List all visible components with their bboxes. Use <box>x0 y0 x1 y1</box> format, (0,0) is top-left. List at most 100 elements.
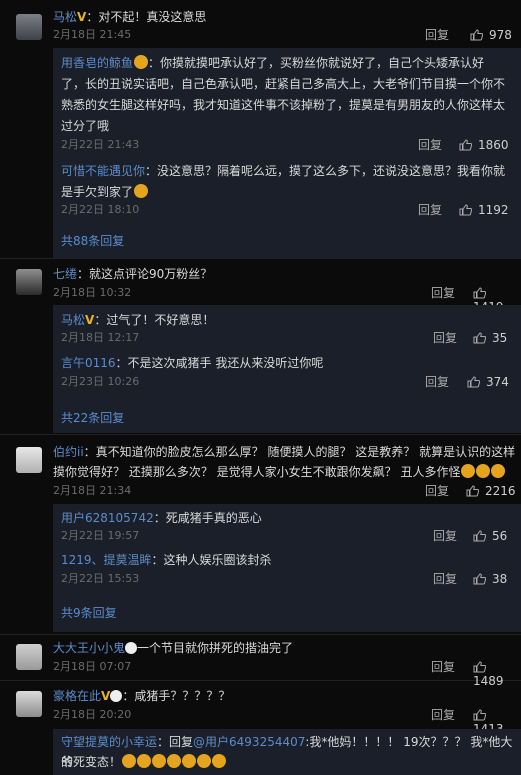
username[interactable]: 1219、提莫温眸 <box>61 553 152 567</box>
like-count: 35 <box>492 331 508 345</box>
thumbs-up-icon <box>473 709 486 721</box>
reply-button[interactable]: 回复 <box>433 529 457 543</box>
reply-text: 过分了哦 <box>61 119 110 133</box>
reply-button[interactable]: 回复 <box>418 138 442 152</box>
reply-button[interactable]: 回复 <box>433 572 457 586</box>
more-replies-link[interactable]: 共88条回复 <box>61 232 124 249</box>
username[interactable]: 豪格在此 <box>53 689 101 703</box>
username[interactable]: 马松 <box>61 313 85 327</box>
reply-button[interactable]: 回复 <box>425 28 449 42</box>
emoji-icon <box>182 754 197 768</box>
timestamp: 2月23日 10:26 <box>61 375 140 388</box>
emoji-icon <box>152 754 167 768</box>
comment: 七绻：就这点评论90万粉丝？ 2月18日 10:32 回复 1419 马松V：过… <box>0 259 521 435</box>
username[interactable]: 可惜不能遇见你 <box>61 164 145 178</box>
reply-button[interactable]: 回复 <box>431 660 455 674</box>
reply-button[interactable]: 回复 <box>425 484 449 498</box>
timestamp: 2月18日 12:17 <box>61 331 140 344</box>
thumbs-up-icon <box>467 376 480 388</box>
like-count: 2216 <box>485 484 516 498</box>
emoji-icon <box>134 184 149 198</box>
replies-box: 用户628105742：死咸猪手真的恶心 2月22日 19:57 回复 56 1… <box>53 504 521 632</box>
emoji-icon <box>122 754 137 768</box>
username[interactable]: 守望提莫的小幸运 <box>61 735 157 749</box>
username[interactable]: 用香皂的鲸鱼 <box>61 56 133 70</box>
reply-text: 1219、提莫温眸：这种人娱乐圈该封杀 <box>61 553 272 567</box>
reply-button[interactable]: 回复 <box>433 331 457 345</box>
more-replies-link[interactable]: 共22条回复 <box>61 409 124 426</box>
username[interactable]: 大大王小小鬼 <box>53 641 125 655</box>
ghost-emoji-icon <box>110 690 123 702</box>
emoji-icon <box>167 754 182 768</box>
comment: 马松V：对不起！真没这意思 2月18日 21:45 回复 978 用香皂的鲸鱼：… <box>0 0 521 259</box>
reply-text: 了，长的丑说实话吧，自己色承认吧，赶紧自己多高大上，大老爷们节目摸一个你不 <box>61 77 506 91</box>
reply-button[interactable]: 回复 <box>431 286 455 300</box>
thumbs-up-icon <box>473 332 486 344</box>
emoji-icon <box>461 464 476 478</box>
username[interactable]: 言午0116 <box>61 356 116 370</box>
like-button[interactable]: 1860 <box>459 138 509 152</box>
timestamp: 2月18日 21:45 <box>53 28 132 41</box>
emoji-icon <box>197 754 212 768</box>
avatar[interactable] <box>16 644 42 670</box>
reply-button[interactable]: 回复 <box>425 375 449 389</box>
like-button[interactable]: 2216 <box>466 484 516 498</box>
comment-text: 七绻：就这点评论90万粉丝？ <box>53 267 213 281</box>
mention-link[interactable]: @用户6493254407 <box>193 735 305 749</box>
reply-text: 用户628105742：死咸猪手真的恶心 <box>61 511 262 525</box>
v-verified-icon: V <box>101 689 111 703</box>
avatar[interactable] <box>16 14 42 40</box>
timestamp: 2月18日 10:32 <box>53 286 132 299</box>
comment: 豪格在此V：咸猪手？？？？？ 2月18日 20:20 回复 1413 守望提莫的… <box>0 681 521 775</box>
more-replies-link[interactable]: 共9条回复 <box>61 604 117 621</box>
reply-button[interactable]: 回复 <box>418 203 442 217</box>
timestamp: 2月18日 07:07 <box>53 660 132 673</box>
v-verified-icon: V <box>85 313 95 327</box>
emoji-icon <box>491 464 506 478</box>
avatar[interactable] <box>16 691 42 717</box>
thumbs-up-icon <box>470 29 483 41</box>
v-verified-icon: V <box>77 10 87 24</box>
reply-text: 的死变态！ <box>61 752 513 772</box>
username[interactable]: 马松 <box>53 10 77 24</box>
like-button[interactable]: 374 <box>467 375 509 389</box>
ghost-emoji-icon <box>125 642 138 654</box>
reply-text: 可惜不能遇见你：没这意思？隔着呢么远，摸了这么多下，还说没这意思？我看你就 <box>61 164 506 178</box>
like-button[interactable]: 38 <box>473 572 507 586</box>
thumbs-up-icon <box>459 204 472 216</box>
emoji-icon <box>137 754 152 768</box>
username[interactable]: 七绻 <box>53 267 77 281</box>
like-count: 978 <box>489 28 512 42</box>
like-button[interactable]: 56 <box>473 529 507 543</box>
comment-text: 大大王小小鬼 一个节目就你拼死的揩油完了 <box>53 641 294 655</box>
timestamp: 2月18日 20:20 <box>53 708 132 721</box>
avatar[interactable] <box>16 447 42 473</box>
like-count: 1192 <box>478 203 509 217</box>
timestamp: 2月22日 21:43 <box>61 138 140 151</box>
thumbs-up-icon <box>459 139 472 151</box>
emoji-icon <box>134 55 149 69</box>
comment-text: 摸你觉得好？ 还摸那么多次？ 是觉得人家小女生不敢跟你发飙？ 丑人多作怪 <box>53 463 506 481</box>
like-count: 38 <box>492 572 508 586</box>
emoji-icon <box>476 464 491 478</box>
comment-text: 伯约ii：真不知道你的脸皮怎么那么厚？ 随便摸人的腿？ 这是教养？ 就算是认识的… <box>53 445 516 459</box>
reply-text: 言午0116：不是这次咸猪手 我还从来没听过你呢 <box>61 356 324 370</box>
emoji-icon <box>212 754 227 768</box>
like-button[interactable]: 1192 <box>459 203 509 217</box>
like-count: 374 <box>486 375 509 389</box>
replies-box: 用香皂的鲸鱼 ：你摸就摸吧承认好了，买粉丝你就说好了，自己个头矮承认好 了，长的丑… <box>53 48 521 258</box>
comment: 大大王小小鬼 一个节目就你拼死的揩油完了 2月18日 07:07 回复 1489 <box>0 635 521 688</box>
avatar[interactable] <box>16 269 42 295</box>
username[interactable]: 用户628105742 <box>61 511 154 525</box>
thumbs-up-icon <box>473 530 486 542</box>
like-button[interactable]: 978 <box>470 28 512 42</box>
comment-text: 马松V：对不起！真没这意思 <box>53 10 207 24</box>
reply-text: 是手欠到家了 <box>61 182 513 202</box>
like-button[interactable]: 35 <box>473 331 507 345</box>
replies-box: 守望提莫的小幸运：回复@用户6493254407:我*他妈！！！！ 19次？？？… <box>53 729 521 775</box>
thumbs-up-icon <box>473 661 486 673</box>
replies-box: 马松V：过气了！不好意思！ 2月18日 12:17 回复 35 言午0116：不… <box>53 305 521 433</box>
reply-text: 用香皂的鲸鱼 ：你摸就摸吧承认好了，买粉丝你就说好了，自己个头矮承认好 <box>61 55 485 70</box>
username[interactable]: 伯约ii <box>53 445 84 459</box>
reply-button[interactable]: 回复 <box>431 708 455 722</box>
